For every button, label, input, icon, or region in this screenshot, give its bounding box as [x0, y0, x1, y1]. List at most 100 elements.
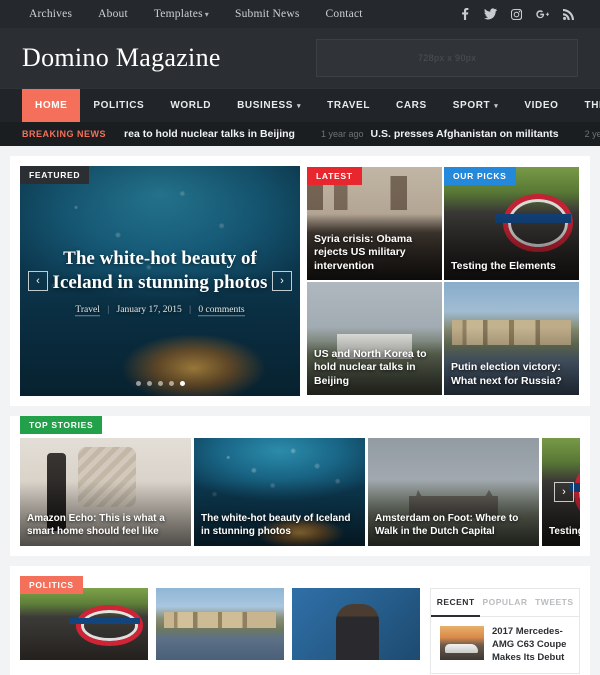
sidebar-tabs: RECENT POPULAR TWEETS [431, 589, 579, 617]
featured-badge: FEATURED [20, 166, 90, 184]
nav-item-label: POLITICS [93, 100, 145, 111]
politics-card[interactable] [20, 588, 148, 660]
nav-item-label: BUSINESS [237, 100, 294, 111]
top-stories-carousel: Amazon Echo: This is what a smart home s… [20, 438, 580, 546]
top-stories-badge: TOP STORIES [20, 416, 103, 434]
nav-item-home[interactable]: HOME [22, 89, 81, 122]
politics-card-grid [20, 588, 420, 660]
slider-prev-button[interactable]: ‹ [28, 271, 48, 291]
slider-dots [20, 381, 300, 386]
featured-slider[interactable]: FEATURED The white-hot beauty of Iceland… [20, 166, 300, 396]
top-story-title[interactable]: Amsterdam on Foot: Where to Walk in the … [375, 513, 532, 539]
hero-tile[interactable]: Putin election victory: What next for Ru… [443, 281, 580, 396]
topnav-item-templates[interactable]: Templates ▾ [141, 8, 222, 20]
meta-separator-1: | [107, 304, 110, 315]
our-picks-badge: OUR PICKS [444, 167, 516, 185]
bottom-section: POLITICS RECENT POPULAR TWEETS 2017 Merced… [10, 566, 590, 675]
ticker-item[interactable]: 1 year ago U.S. presses Afghanistan on mi… [321, 128, 559, 140]
ticker-item-time: 2 years ago [584, 129, 600, 139]
social-links [460, 8, 584, 20]
nav-item-world[interactable]: WORLD [157, 89, 224, 122]
slider-dot[interactable] [157, 381, 163, 386]
slider-dot[interactable] [146, 381, 152, 386]
site-header: Domino Magazine 728px x 90px [0, 28, 600, 88]
sidebar-widget: RECENT POPULAR TWEETS 2017 Mercedes-AMG C6… [430, 588, 580, 675]
top-nav: Archives About Templates ▾ Submit News Contac… [16, 8, 376, 20]
nav-item-politics[interactable]: POLITICS [80, 89, 157, 122]
nav-item-business[interactable]: BUSINESS ▾ [224, 89, 314, 122]
nav-item-cars[interactable]: CARS [383, 89, 440, 122]
hero-tile-title[interactable]: Putin election victory: What next for Ru… [451, 361, 572, 388]
slider-dot[interactable] [135, 381, 141, 386]
politics-card-image [292, 588, 420, 660]
topnav-item-label: Archives [29, 8, 73, 20]
sidebar-post-title[interactable]: 2017 Mercedes-AMG C63 Coupe Makes Its De… [492, 626, 570, 664]
top-story-card[interactable]: Amazon Echo: This is what a smart home s… [20, 438, 191, 546]
nav-item-label: TRAVEL [327, 100, 371, 111]
hero-tile[interactable]: OUR PICKS Testing the Elements [443, 166, 580, 281]
top-story-card[interactable]: The white-hot beauty of Iceland in stunn… [194, 438, 365, 546]
topnav-item-archives[interactable]: Archives [16, 8, 85, 20]
latest-badge: LATEST [307, 167, 362, 185]
header-ad-banner[interactable]: 728px x 90px [316, 39, 578, 77]
featured-category[interactable]: Travel [75, 304, 100, 316]
nav-item-video[interactable]: VIDEO [511, 89, 571, 122]
hero-tile-title[interactable]: Testing the Elements [451, 260, 572, 273]
ticker-item[interactable]: rea to hold nuclear talks in Beijing [124, 128, 295, 140]
slider-dot[interactable] [179, 381, 185, 386]
politics-card[interactable] [292, 588, 420, 660]
featured-comments[interactable]: 0 comments [198, 304, 245, 316]
nav-item-label: WORLD [170, 100, 212, 111]
politics-badge: POLITICS [20, 576, 83, 594]
ticker-item[interactable]: 2 years agoApple Reports Record Earnings… [585, 128, 600, 140]
nav-item-label: VIDEO [524, 100, 559, 111]
sidebar-post-item[interactable]: 2017 Mercedes-AMG C63 Coupe Makes Its De… [431, 617, 579, 673]
carousel-next-button[interactable]: › [554, 482, 574, 502]
top-story-title[interactable]: The white-hot beauty of Iceland in stunn… [201, 513, 358, 539]
sidebar-tab-tweets[interactable]: TWEETS [530, 589, 579, 616]
top-story-title[interactable]: Testing the [549, 526, 580, 539]
slider-dot[interactable] [168, 381, 174, 386]
nav-item-label: HOME [35, 100, 68, 111]
googleplus-icon[interactable] [536, 9, 549, 20]
breaking-news-ticker: BREAKING NEWS rea to hold nuclear talks … [0, 122, 600, 146]
hero-tile-title[interactable]: Syria crisis: Obama rejects US military … [314, 233, 435, 273]
featured-title[interactable]: The white-hot beauty of Iceland in stunn… [48, 247, 272, 296]
slider-next-button[interactable]: › [272, 271, 292, 291]
instagram-icon[interactable] [511, 8, 522, 20]
hero-tile[interactable]: US and North Korea to hold nuclear talks… [306, 281, 443, 396]
nav-item-travel[interactable]: TRAVEL [314, 89, 383, 122]
facebook-icon[interactable] [460, 8, 470, 20]
rss-icon[interactable] [563, 8, 574, 20]
nav-item-label: CARS [396, 100, 427, 111]
hero-tile-title[interactable]: US and North Korea to hold nuclear talks… [314, 348, 435, 388]
topnav-item-label: Contact [325, 8, 363, 20]
site-logo[interactable]: Domino Magazine [22, 43, 221, 73]
politics-card[interactable] [156, 588, 284, 660]
sidebar-tab-recent[interactable]: RECENT [431, 589, 481, 617]
featured-meta: Travel | January 17, 2015 | 0 comments [48, 304, 272, 316]
nav-item-sport[interactable]: SPORT ▾ [440, 89, 512, 122]
top-story-title[interactable]: Amazon Echo: This is what a smart home s… [27, 513, 184, 539]
topnav-item-about[interactable]: About [85, 8, 141, 20]
ad-placeholder-label: 728px x 90px [417, 53, 477, 63]
ticker-item-time: 1 year ago [320, 129, 364, 139]
top-story-card[interactable]: Amsterdam on Foot: Where to Walk in the … [368, 438, 539, 546]
top-stories-section: TOP STORIES Amazon Echo: This is what a … [10, 416, 590, 556]
page-body: FEATURED The white-hot beauty of Iceland… [0, 146, 600, 675]
ticker-item-title: rea to hold nuclear talks in Beijing [124, 128, 295, 140]
topnav-item-contact[interactable]: Contact [313, 8, 376, 20]
nav-item-label: THEME FEATURES [584, 100, 600, 111]
topnav-item-label: Submit News [235, 8, 300, 20]
sidebar-tab-popular[interactable]: POPULAR [480, 589, 529, 616]
main-navigation: HOME POLITICS WORLD BUSINESS ▾ TRAVEL CARS SPOR… [0, 88, 600, 122]
hero-tile-grid: LATEST Syria crisis: Obama rejects US mil… [306, 166, 580, 396]
topnav-item-label: Templates [153, 8, 203, 20]
ticker-item-title: U.S. presses Afghanistan on militants [370, 128, 559, 140]
topnav-item-submit-news[interactable]: Submit News [222, 8, 313, 20]
hero-tile[interactable]: LATEST Syria crisis: Obama rejects US mil… [306, 166, 443, 281]
nav-item-theme-features[interactable]: THEME FEATURES▾ [571, 89, 600, 122]
twitter-icon[interactable] [484, 8, 497, 20]
featured-date: January 17, 2015 [116, 304, 182, 315]
sidebar-post-list: 2017 Mercedes-AMG C63 Coupe Makes Its De… [431, 617, 579, 673]
